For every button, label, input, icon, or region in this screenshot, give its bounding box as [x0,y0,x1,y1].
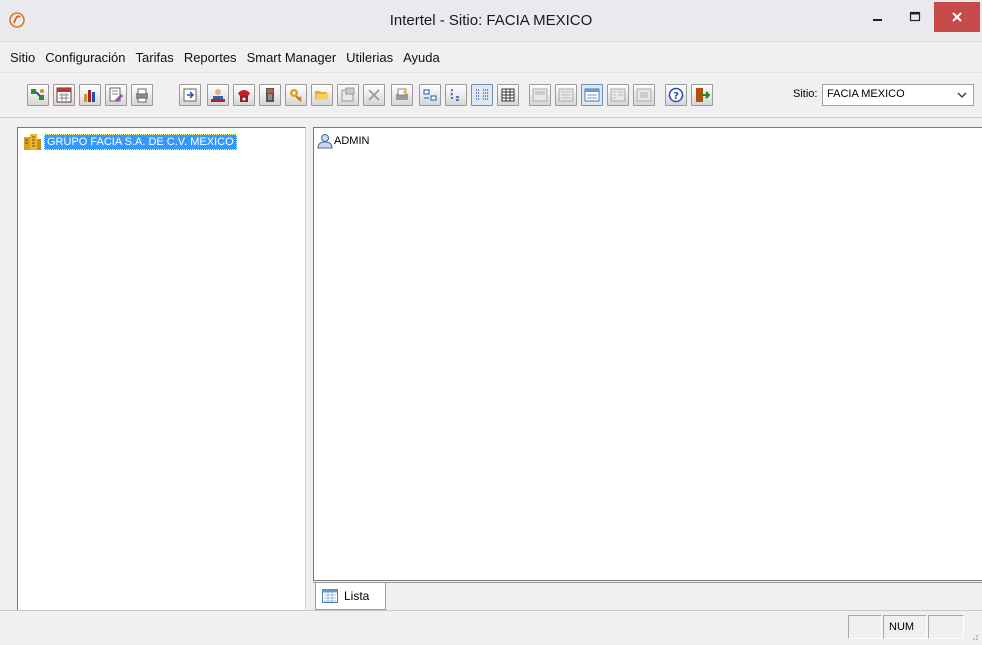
maximize-button[interactable] [900,0,930,34]
printer-icon [136,88,148,103]
menu-reportes[interactable]: Reportes [180,48,243,67]
device-icon [266,88,274,102]
tree-node-label: GRUPO FACIA S.A. DE C.V. MEXICO [44,134,237,150]
resize-grip-icon[interactable] [969,631,979,641]
phone-book-icon [238,90,250,102]
edit-report-icon [109,87,124,103]
menu-bar: Sitio Configuración Tarifas Reportes Sma… [0,43,982,73]
view-c-button[interactable] [607,84,629,106]
print-preview-button[interactable] [391,84,413,106]
title-bar: Intertel - Sitio: FACIA MEXICO [0,0,982,42]
exit-icon [696,88,710,102]
user-icon [317,134,333,149]
menu-smart-manager[interactable]: Smart Manager [243,48,343,67]
key-icon [290,89,302,102]
key-button[interactable] [285,84,307,106]
import-button[interactable] [179,84,201,106]
help-button[interactable]: ? [665,84,687,106]
menu-ayuda[interactable]: Ayuda [399,48,446,67]
delete-icon [368,89,380,101]
printer-button[interactable] [131,84,153,106]
view-tab-strip: Lista [313,582,982,610]
view-a-icon [532,88,548,102]
calendar-grid-icon [56,87,72,103]
tab-lista[interactable]: Lista [315,583,386,610]
bar-chart-icon [84,90,95,102]
list-view-icon [476,89,488,100]
details-view-icon [501,88,515,102]
view-c-icon [610,88,626,102]
view-d-button[interactable] [633,84,655,106]
minimize-icon [873,19,882,21]
device-button[interactable] [259,84,281,106]
menu-utilerias[interactable]: Utilerias [342,48,399,67]
network-config-icon [31,89,44,100]
network-config-button[interactable] [27,84,49,106]
details-view-button[interactable] [497,84,519,106]
grid-icon [322,589,338,603]
small-icons-view-icon [450,89,459,101]
maximize-icon [909,11,921,22]
tree-node-root[interactable]: GRUPO FACIA S.A. DE C.V. MEXICO [23,133,237,151]
view-b-icon [558,88,574,102]
edit-report-button[interactable] [105,84,127,106]
chevron-down-icon [957,92,967,98]
help-icon: ? [668,87,684,103]
calendar-grid-button[interactable] [53,84,75,106]
menu-tarifas[interactable]: Tarifas [132,48,180,67]
import-icon [183,88,197,102]
exit-button[interactable] [691,84,713,106]
svg-text:?: ? [673,91,679,102]
large-icons-view-button[interactable] [419,84,441,106]
properties-button[interactable] [337,84,359,106]
minimize-button[interactable] [863,0,893,34]
menu-configuracion[interactable]: Configuración [41,48,131,67]
users-button[interactable] [207,84,229,106]
building-icon [24,134,41,150]
view-lista-button[interactable] [581,84,603,106]
site-select[interactable]: FACIA MEXICO [822,84,974,106]
list-view-button[interactable] [471,84,493,106]
print-preview-icon [396,88,408,100]
tab-label: Lista [344,589,370,603]
phone-book-button[interactable] [233,84,255,106]
status-num-indicator: NUM [883,615,927,639]
list-item[interactable]: ADMIN [317,132,369,150]
status-caps-indicator [848,615,882,639]
users-icon [211,89,225,102]
view-lista-icon [584,88,600,102]
list-item-label: ADMIN [334,135,370,147]
view-b-button[interactable] [555,84,577,106]
bar-chart-button[interactable] [79,84,101,106]
site-label: Sitio: [793,88,818,100]
close-icon [952,12,962,22]
status-bar: NUM [0,610,982,645]
user-list-panel[interactable]: ADMIN [313,127,982,581]
small-icons-view-button[interactable] [445,84,467,106]
menu-sitio[interactable]: Sitio [6,48,41,67]
large-icons-view-icon [423,89,437,101]
delete-button[interactable] [363,84,385,106]
view-a-button[interactable] [529,84,551,106]
site-tree-panel[interactable]: GRUPO FACIA S.A. DE C.V. MEXICO [17,127,306,610]
properties-icon [341,87,355,102]
open-folder-button[interactable] [311,84,333,106]
site-select-value: FACIA MEXICO [827,88,905,100]
window-title: Intertel - Sitio: FACIA MEXICO [389,12,593,29]
close-button[interactable] [934,2,980,32]
open-folder-icon [315,91,329,100]
view-d-icon [636,88,652,102]
status-scroll-indicator [928,615,964,639]
